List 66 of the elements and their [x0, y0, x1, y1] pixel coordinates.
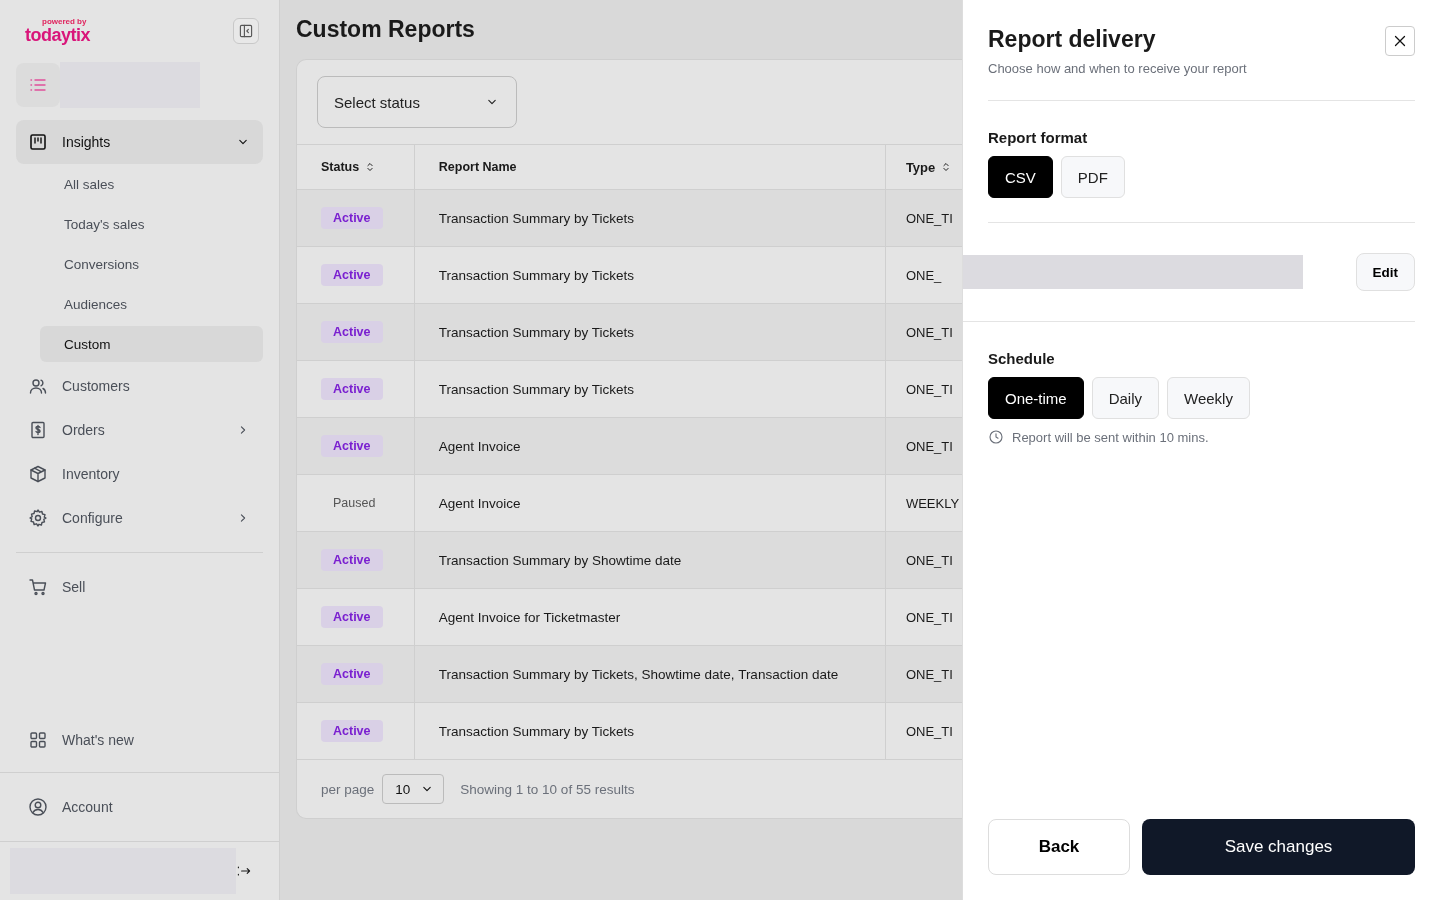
section-label: Schedule — [988, 350, 1056, 367]
nav-item[interactable]: Customers — [16, 364, 263, 408]
nav-item[interactable]: What's new — [16, 718, 263, 762]
dollar-icon — [28, 420, 48, 440]
table-cell: ONE_TI — [885, 417, 962, 475]
chart-icon — [28, 132, 48, 152]
per-page-select[interactable]: 10 — [382, 774, 445, 804]
logout-icon — [236, 863, 252, 879]
nav-subitem[interactable]: Conversions — [40, 246, 263, 282]
schedule-option[interactable]: Daily — [1091, 377, 1160, 419]
sidebar-collapse-icon — [238, 23, 254, 39]
table-cell: ONE_TI — [885, 531, 962, 589]
close-button[interactable] — [1385, 26, 1415, 56]
format-option[interactable]: CSV — [988, 156, 1053, 198]
page-title: Custom Reports — [296, 16, 476, 43]
schedule-option[interactable]: Weekly — [1167, 377, 1250, 419]
format-option[interactable]: PDF — [1060, 156, 1125, 198]
drawer-title: Report delivery — [988, 26, 1157, 53]
clock-icon — [988, 429, 1004, 445]
nav-item[interactable]: Inventory — [16, 452, 263, 496]
table-cell: Transaction Summary by Tickets — [414, 702, 886, 759]
status-badge: Active — [321, 549, 383, 571]
status-badge: Active — [321, 435, 383, 457]
gear-icon — [28, 508, 48, 528]
nav-item[interactable]: Insights — [16, 120, 263, 164]
status-badge: Active — [321, 378, 383, 400]
nav-item[interactable]: Account — [16, 785, 125, 829]
status-badge: Active — [321, 663, 383, 685]
table-cell: Transaction Summary by Tickets — [414, 189, 886, 247]
status-badge: Active — [321, 321, 383, 343]
per-page-label: per page — [321, 781, 375, 797]
nav-subitem[interactable]: Today's sales — [40, 206, 263, 242]
grid-icon — [28, 730, 48, 750]
results-summary: Showing 1 to 10 of 55 results — [460, 781, 635, 797]
status-select[interactable]: Select status — [317, 76, 517, 128]
people-icon — [28, 376, 48, 396]
nav-subitem[interactable]: Audiences — [40, 286, 263, 322]
status-badge: Active — [321, 720, 383, 742]
user-icon — [28, 797, 48, 817]
status-badge: Active — [321, 606, 383, 628]
nav-item[interactable]: Orders — [16, 408, 263, 452]
schedule-option[interactable]: One-time — [988, 377, 1084, 419]
table-cell: ONE_TI — [885, 645, 962, 703]
save-changes-button[interactable]: Save changes — [1142, 819, 1415, 875]
table-cell: Transaction Summary by Showtime date — [414, 531, 886, 589]
table-cell: Transaction Summary by Tickets, Showtime date, Transaction date — [414, 645, 886, 703]
edit-button[interactable]: Edit — [1355, 253, 1415, 291]
status-label: Paused — [332, 495, 377, 512]
brand-logo: powered by todaytix — [25, 18, 90, 44]
nav-subitem[interactable]: All sales — [40, 166, 263, 202]
table-cell: Agent Invoice — [414, 417, 886, 475]
status-badge: Active — [321, 264, 383, 286]
section-label: Report format — [988, 129, 1089, 146]
collapse-sidebar-button[interactable] — [233, 18, 259, 44]
back-button[interactable]: Back — [988, 819, 1130, 875]
box-icon — [28, 464, 48, 484]
schedule-note: Report will be sent within 10 mins. — [1012, 429, 1209, 445]
nav-item[interactable]: Sell — [16, 565, 263, 609]
cart-icon — [28, 577, 48, 597]
nav-item[interactable]: Configure — [16, 496, 263, 540]
drawer-subtitle: Choose how and when to receive your report — [988, 61, 1247, 76]
status-badge: Active — [321, 207, 383, 229]
table-cell: ONE_TI — [885, 189, 962, 247]
table-cell: Transaction Summary by Tickets — [414, 303, 886, 361]
table-cell: ONE_TI — [885, 303, 962, 361]
nav-subitem[interactable]: Custom — [40, 326, 263, 362]
